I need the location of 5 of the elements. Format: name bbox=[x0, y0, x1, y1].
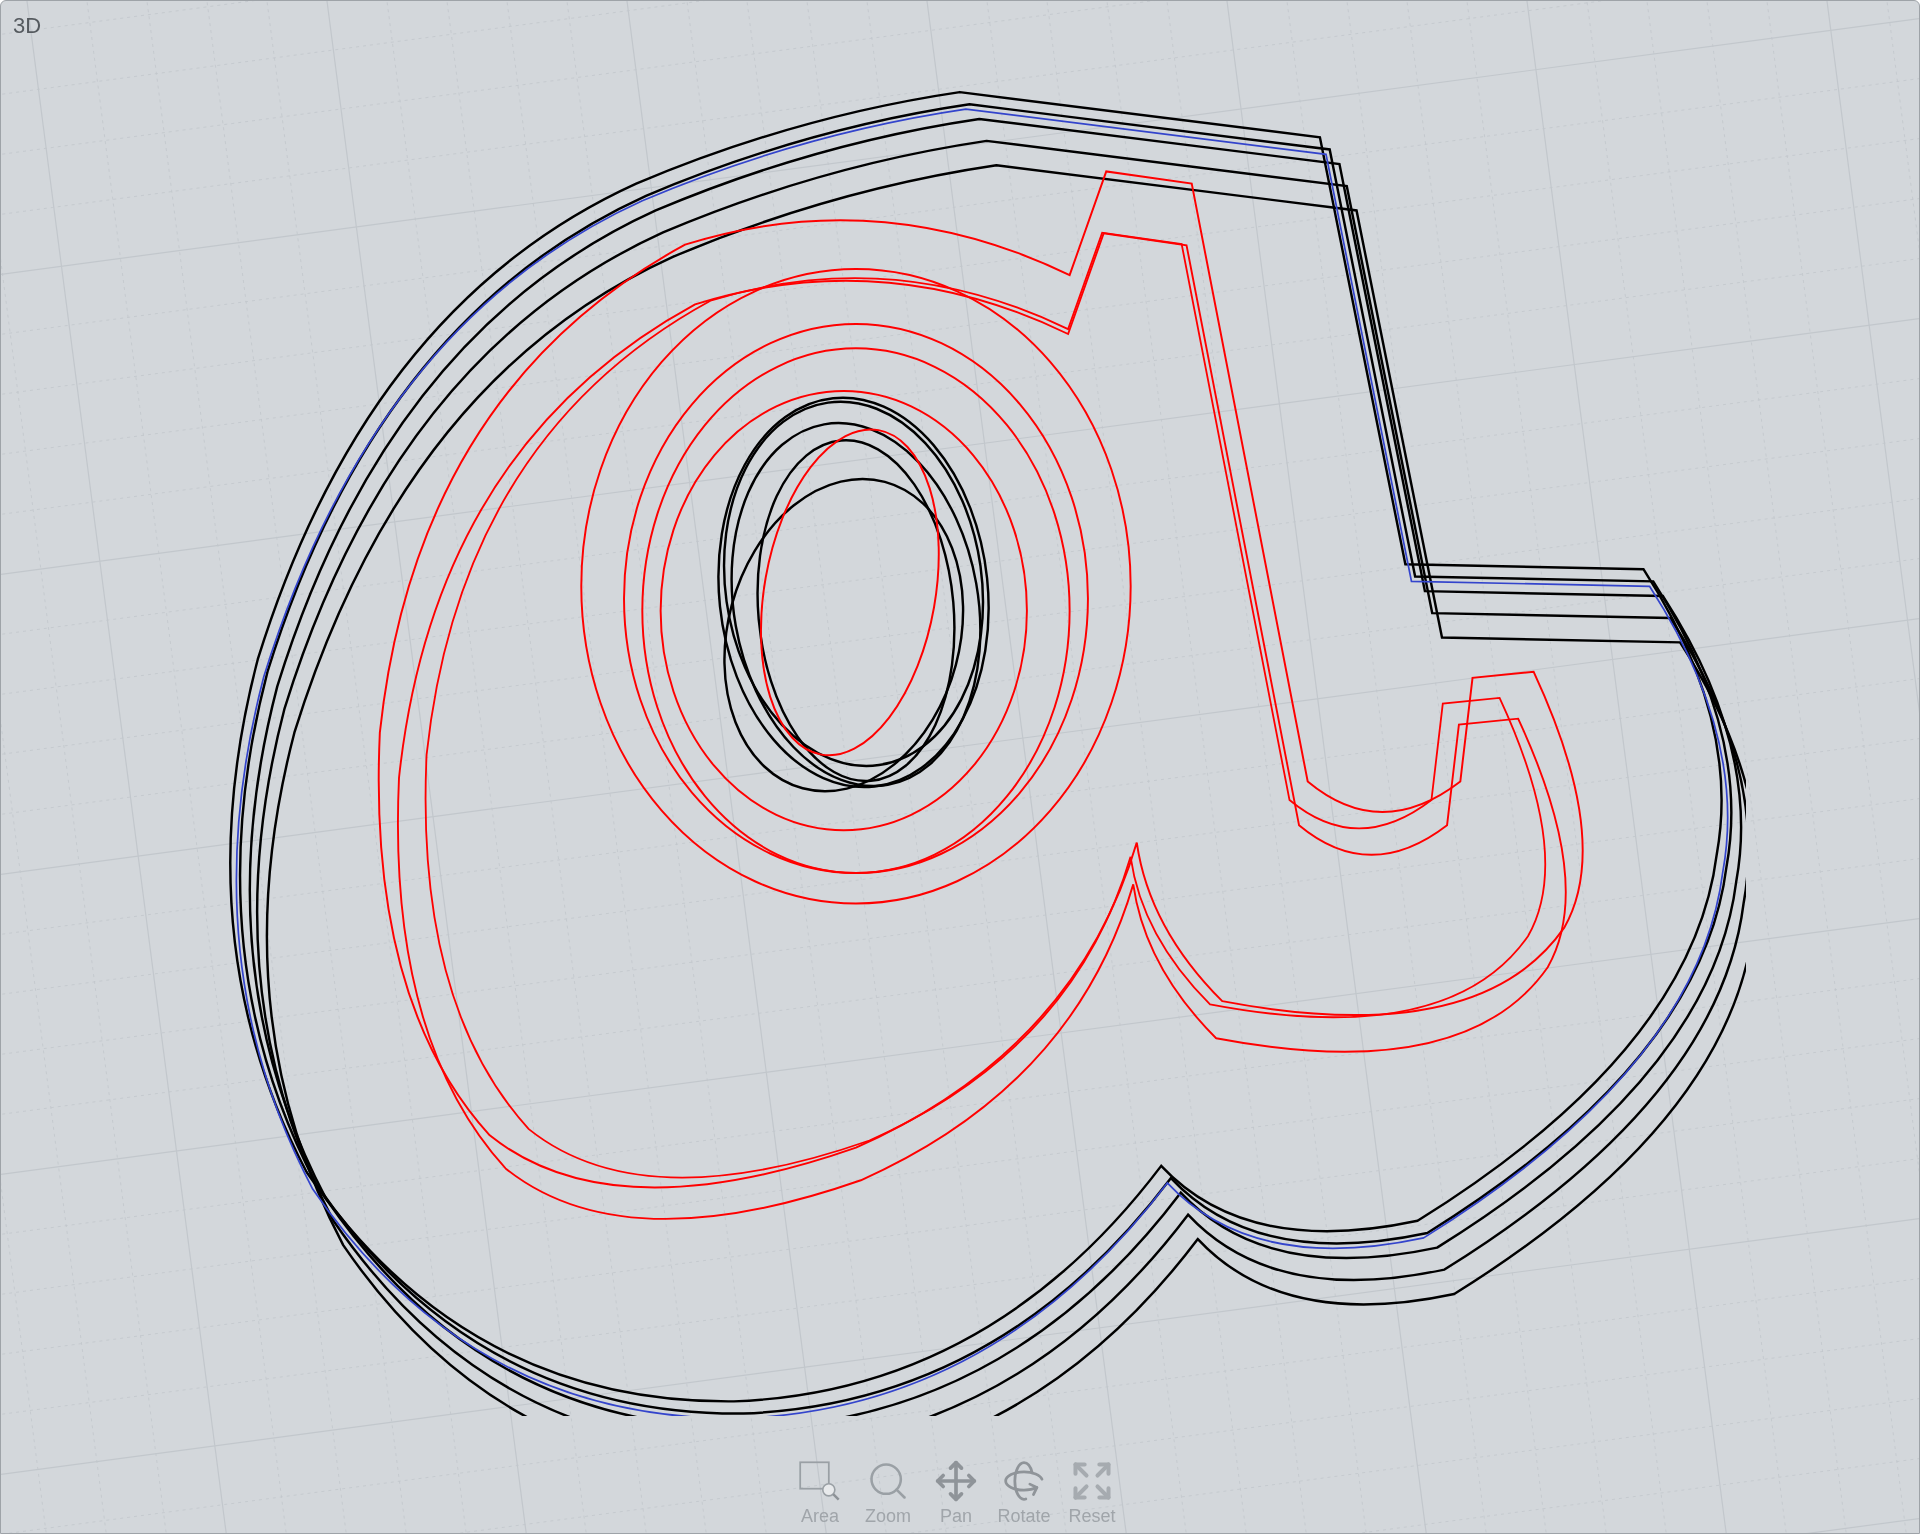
reset-icon bbox=[1070, 1459, 1114, 1503]
area-icon bbox=[798, 1459, 842, 1503]
viewport-label: 3D bbox=[13, 12, 42, 40]
rotate-icon bbox=[1002, 1459, 1046, 1503]
pan-icon bbox=[934, 1459, 978, 1503]
